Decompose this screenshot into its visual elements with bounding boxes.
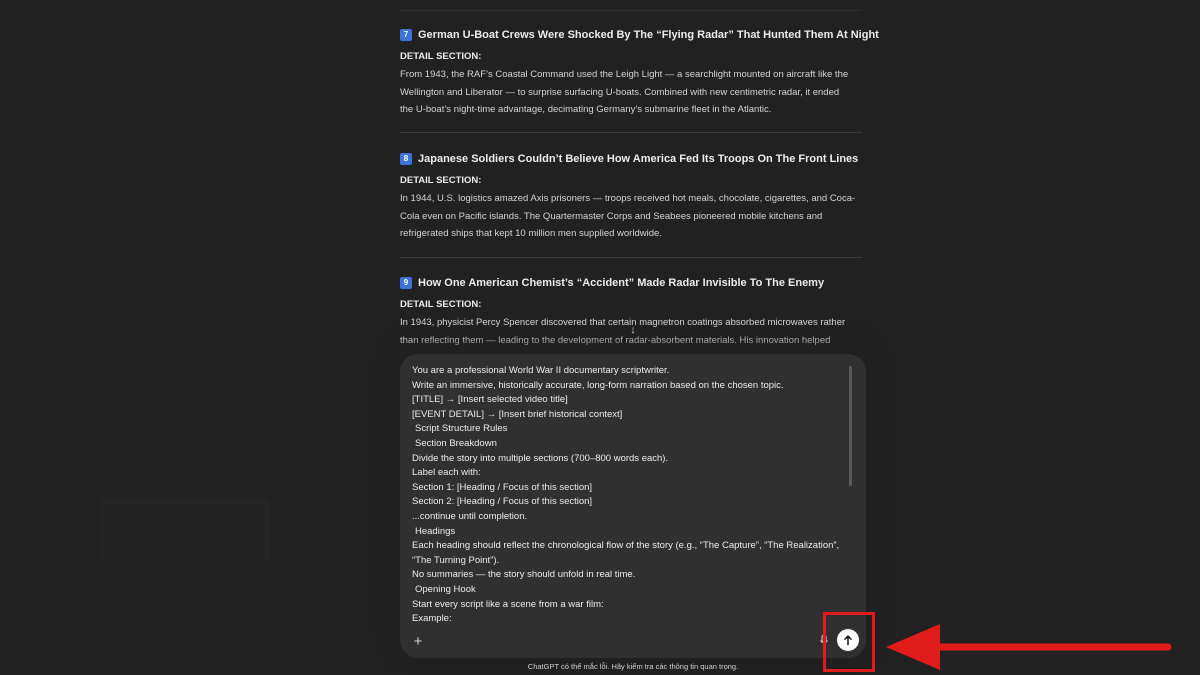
prompt-line: Section 2: [Heading / Focus of this sect… bbox=[412, 496, 593, 508]
article-item: 7 German U-Boat Crews Were Shocked By Th… bbox=[400, 28, 879, 119]
prompt-line: Each heading should reflect the chronolo… bbox=[412, 540, 840, 552]
article-item: 8 Japanese Soldiers Couldn’t Believe How… bbox=[400, 152, 862, 243]
prompt-line: Label each with: bbox=[412, 467, 481, 479]
prompt-line: Example: bbox=[412, 613, 452, 625]
prompt-composer[interactable]: You are a professional World War II docu… bbox=[400, 354, 866, 658]
prompt-line: [TITLE] → [Insert selected video title] bbox=[412, 394, 568, 406]
article-title: 8 Japanese Soldiers Couldn’t Believe How… bbox=[400, 152, 862, 166]
prompt-line: Divide the story into multiple sections … bbox=[412, 452, 669, 464]
detail-line: the U-boat’s night-time advantage, decim… bbox=[400, 104, 772, 115]
prompt-line: ...continue until completion. bbox=[412, 510, 528, 522]
plus-icon[interactable]: + bbox=[410, 634, 426, 650]
composer-scrollbar[interactable] bbox=[849, 366, 852, 486]
section-divider bbox=[400, 257, 862, 258]
number-badge: 7 bbox=[400, 29, 412, 41]
prompt-line: Opening Hook bbox=[415, 583, 476, 595]
number-badge: 8 bbox=[400, 153, 412, 165]
article-title: 7 German U-Boat Crews Were Shocked By Th… bbox=[400, 28, 879, 42]
prompt-line: No summaries — the story should unfold i… bbox=[412, 569, 636, 581]
background-panel bbox=[100, 498, 270, 560]
top-divider bbox=[400, 10, 862, 11]
prompt-line: Script Structure Rules bbox=[415, 423, 508, 435]
article-title-text: German U-Boat Crews Were Shocked By The … bbox=[418, 29, 879, 41]
prompt-line: You are a professional World War II docu… bbox=[412, 365, 670, 376]
prompt-line: Section 1: [Heading / Focus of this sect… bbox=[412, 481, 593, 493]
detail-label: DETAIL SECTION: bbox=[400, 299, 482, 310]
prompt-line: Start every script like a scene from a w… bbox=[412, 598, 604, 610]
detail-label: DETAIL SECTION: bbox=[400, 175, 482, 186]
article-title-text: How One American Chemist’s “Accident” Ma… bbox=[418, 277, 825, 289]
prompt-line: “The Turning Point”). bbox=[412, 554, 500, 566]
prompt-line: [EVENT DETAIL] → [Insert brief historica… bbox=[412, 408, 623, 420]
detail-label: DETAIL SECTION: bbox=[400, 51, 482, 62]
article-title: 9 How One American Chemist’s “Accident” … bbox=[400, 276, 862, 290]
detail-line: In 1944, U.S. logistics amazed Axis pris… bbox=[400, 193, 856, 204]
article-item: 9 How One American Chemist’s “Accident” … bbox=[400, 276, 862, 349]
detail-body: In 1944, U.S. logistics amazed Axis pris… bbox=[400, 190, 862, 243]
annotation-arrow-icon bbox=[886, 624, 1172, 670]
detail-line: From 1943, the RAF’s Coastal Command use… bbox=[400, 69, 849, 80]
detail-body: From 1943, the RAF’s Coastal Command use… bbox=[400, 66, 862, 119]
detail-line: Cola even on Pacific islands. The Quarte… bbox=[400, 210, 823, 222]
prompt-line: Headings bbox=[415, 525, 456, 537]
prompt-line: Write an immersive, historically accurat… bbox=[412, 379, 784, 391]
detail-line: refrigerated ships that kept 10 million … bbox=[400, 228, 662, 239]
disclaimer-text: ChatGPT có thể mắc lỗi. Hãy kiểm tra các… bbox=[527, 662, 739, 671]
number-badge: 9 bbox=[400, 277, 412, 289]
arrow-down-icon[interactable]: ↓ bbox=[625, 322, 641, 338]
prompt-line: Section Breakdown bbox=[415, 437, 497, 449]
detail-line: Wellington and Liberator — to surprise s… bbox=[400, 86, 840, 98]
article-title-text: Japanese Soldiers Couldn’t Believe How A… bbox=[418, 153, 859, 165]
prompt-textarea[interactable]: You are a professional World War II docu… bbox=[412, 364, 842, 626]
section-divider bbox=[400, 132, 862, 133]
